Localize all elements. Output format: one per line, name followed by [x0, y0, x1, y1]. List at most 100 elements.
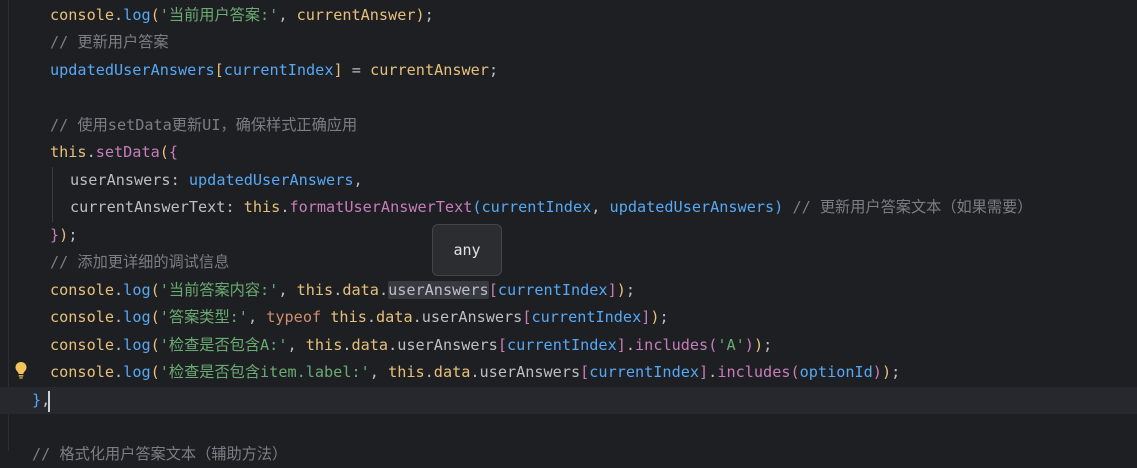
code-token: , [353, 171, 363, 189]
code-token: // 格式化用户答案文本（辅助方法） [32, 445, 288, 463]
code-token: ; [891, 363, 901, 381]
code-token: ) [774, 198, 784, 216]
code-line-2[interactable]: // 更新用户答案 [0, 29, 1137, 56]
code-token: . [114, 336, 124, 354]
code-token: userAnswers [479, 363, 581, 381]
code-token: . [424, 363, 434, 381]
code-token: currentIndex [481, 198, 592, 216]
code-token: // 更新用户答案文本（如果需要） [783, 198, 1033, 216]
code-token: userAnswers [70, 171, 171, 189]
code-token: userAnswers [388, 281, 489, 299]
code-token: ] [699, 363, 709, 381]
code-token: typeof [266, 308, 322, 326]
code-token: updatedUserAnswers [50, 61, 215, 79]
code-text: // 格式化用户答案文本（辅助方法） [32, 441, 287, 468]
code-token: . [114, 363, 124, 381]
code-token: , [247, 308, 267, 326]
tooltip-text: any [453, 241, 481, 259]
code-line-4[interactable] [0, 84, 1137, 111]
code-line-7[interactable]: userAnswers: updatedUserAnswers, [0, 167, 1137, 194]
code-token: = [342, 61, 371, 79]
code-token: this [330, 308, 367, 326]
code-token: '检查是否包含item.label:' [159, 363, 370, 381]
code-line-3[interactable]: updatedUserAnswers[currentIndex] = curre… [0, 57, 1137, 84]
code-token: includes [717, 363, 791, 381]
code-token: ( [150, 6, 160, 24]
code-line-12[interactable]: console.log('答案类型:', typeof this.data.us… [0, 304, 1137, 331]
code-token: . [114, 308, 124, 326]
code-token: . [625, 336, 636, 354]
code-token: ; [763, 336, 773, 354]
code-token: ) [881, 363, 892, 381]
code-token: ( [708, 336, 718, 354]
code-token: } [32, 391, 42, 409]
code-token: userAnswers [397, 336, 498, 354]
code-token: currentAnswer [370, 61, 489, 79]
code-text: }); [50, 222, 77, 249]
code-token: ) [744, 336, 754, 354]
code-token: log [123, 308, 151, 326]
code-token: ] [616, 336, 626, 354]
code-token: , [287, 336, 306, 354]
code-token: data [351, 336, 389, 354]
code-token: , [278, 6, 297, 24]
code-token: currentIndex [223, 61, 334, 79]
lightbulb-icon[interactable] [14, 361, 28, 379]
code-token: // 更新用户答案 [50, 33, 169, 51]
code-text: updatedUserAnswers[currentIndex] = curre… [50, 57, 498, 84]
code-line-13[interactable]: console.log('检查是否包含A:', this.data.userAn… [0, 332, 1137, 359]
code-token: formatUserAnswerText [289, 198, 473, 216]
type-hint-tooltip: any [432, 224, 502, 276]
code-token: : [170, 171, 189, 189]
code-line-11[interactable]: console.log('当前答案内容:', this.data.userAns… [0, 277, 1137, 304]
code-token: updatedUserAnswers [609, 198, 775, 216]
code-line-10[interactable]: // 添加更详细的调试信息 [0, 249, 1137, 276]
code-line-17[interactable]: // 格式化用户答案文本（辅助方法） [0, 441, 1137, 468]
code-token: userAnswers [421, 308, 523, 326]
code-token: ; [68, 226, 78, 244]
code-token: ) [753, 336, 764, 354]
code-line-9[interactable]: }); [0, 222, 1137, 249]
code-token: : [225, 198, 244, 216]
code-token: this [50, 143, 87, 161]
code-token: ) [59, 226, 69, 244]
code-text: console.log('检查是否包含A:', this.data.userAn… [50, 332, 772, 359]
code-line-6[interactable]: this.setData({ [0, 139, 1137, 166]
code-line-16[interactable] [0, 414, 1137, 441]
code-text: userAnswers: updatedUserAnswers, [70, 167, 363, 194]
code-token: [ [497, 336, 507, 354]
code-token: console [50, 6, 115, 24]
code-token: ; [488, 61, 499, 79]
code-token: '当前答案内容:' [159, 281, 279, 299]
code-editor[interactable]: console.log('当前用户答案:', currentAnswer); /… [0, 0, 1137, 463]
code-token: . [114, 6, 124, 24]
code-token: currentIndex [531, 308, 642, 326]
code-token: includes [635, 336, 709, 354]
code-text: currentAnswerText: this.formatUserAnswer… [70, 194, 1033, 221]
code-token: [ [580, 363, 590, 381]
code-token: , [369, 363, 389, 381]
code-token: ; [625, 281, 636, 299]
code-token: setData [95, 143, 160, 161]
code-token: currentAnswerText [70, 198, 226, 216]
code-token: data [376, 308, 413, 326]
code-line-1[interactable]: console.log('当前用户答案:', currentAnswer); [0, 2, 1137, 29]
code-token: . [470, 363, 480, 381]
code-line-8[interactable]: currentAnswerText: this.formatUserAnswer… [0, 194, 1137, 221]
code-line-5[interactable]: // 使用setData更新UI，确保样式正确应用 [0, 112, 1137, 139]
code-token: this [305, 336, 343, 354]
code-token: log [123, 363, 151, 381]
code-token: '答案类型:' [159, 308, 248, 326]
code-token: { [168, 143, 179, 161]
code-line-15-current[interactable]: }, [0, 387, 1137, 415]
code-token: log [123, 6, 151, 24]
code-token: . [388, 336, 398, 354]
code-token: ) [415, 6, 425, 24]
code-token: ( [472, 198, 482, 216]
code-text: console.log('检查是否包含item.label:', this.da… [50, 359, 900, 386]
code-token: [ [522, 308, 532, 326]
code-token: this [388, 363, 425, 381]
code-line-14[interactable]: console.log('检查是否包含item.label:', this.da… [0, 359, 1137, 386]
code-token: ] [607, 281, 617, 299]
code-text: console.log('答案类型:', typeof this.data.us… [50, 304, 669, 331]
